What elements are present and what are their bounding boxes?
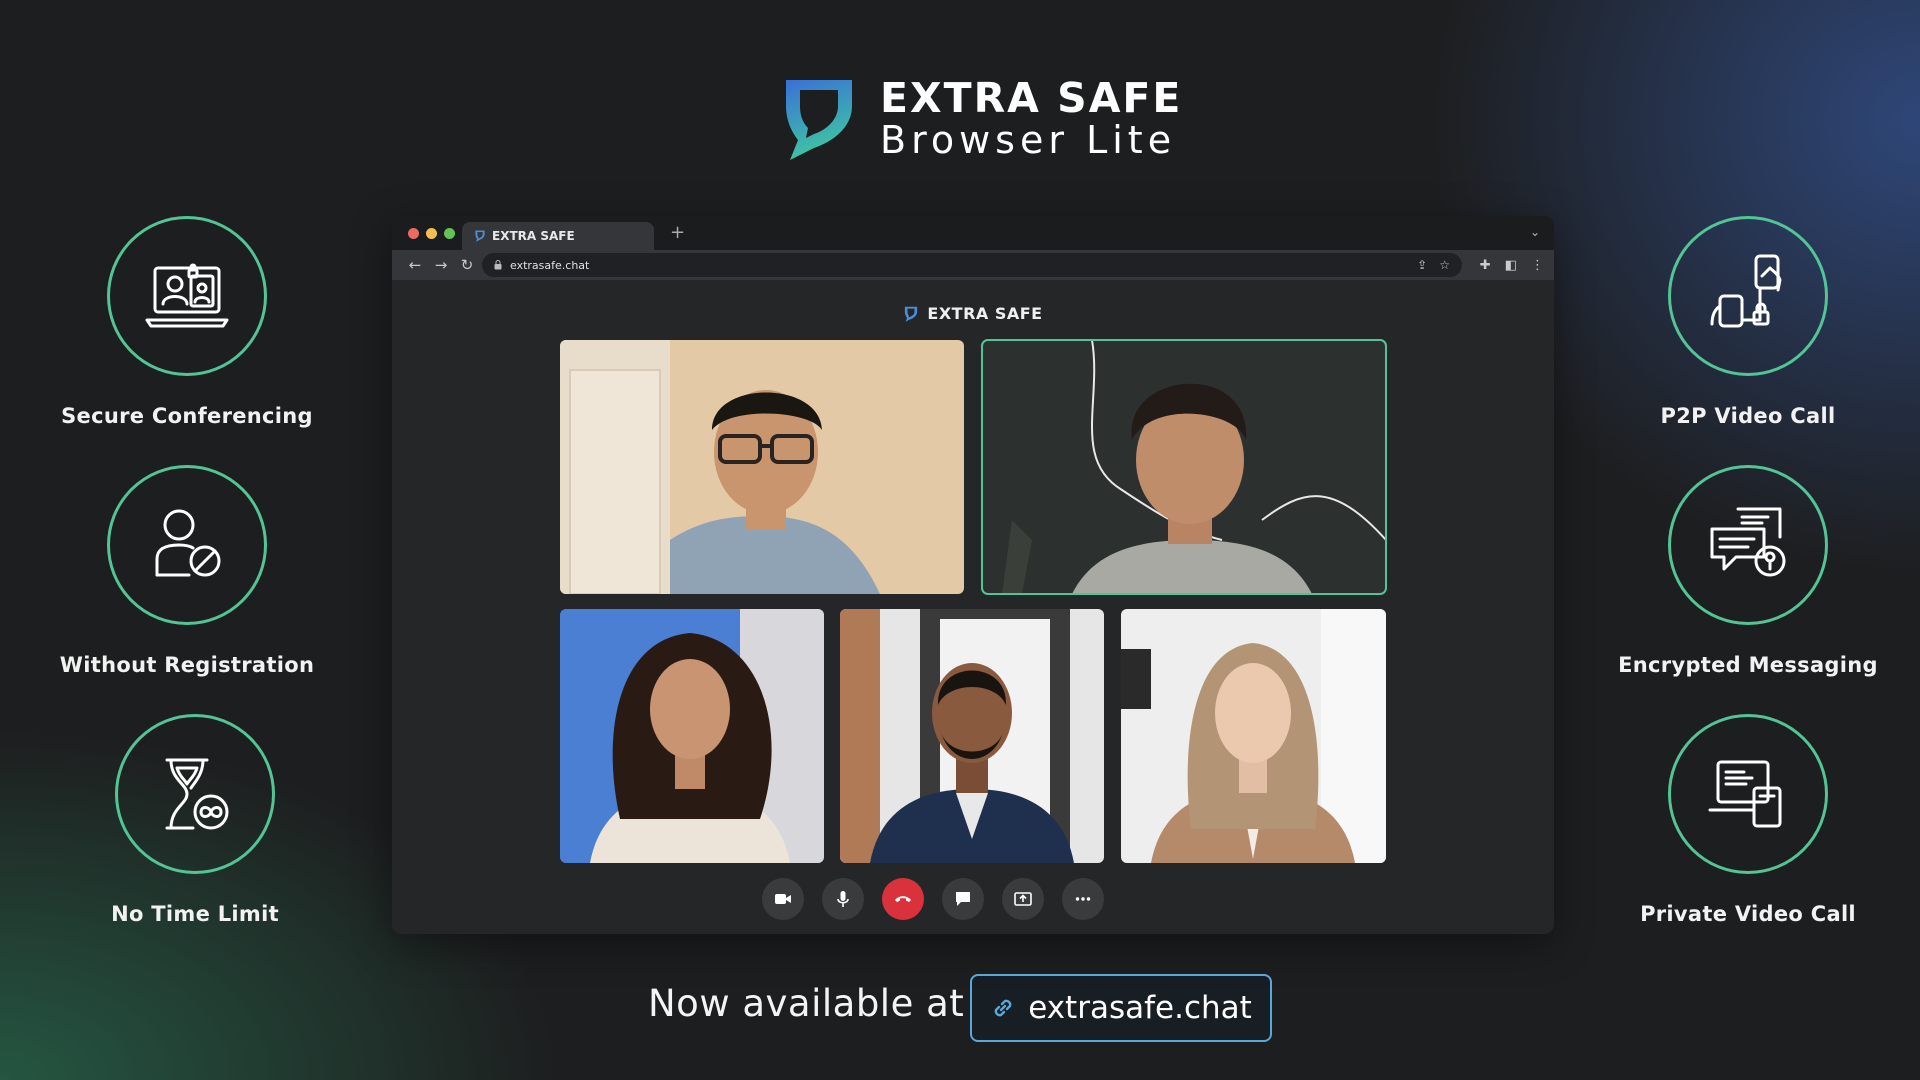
participant-video	[1121, 609, 1386, 863]
shield-logo-icon	[786, 80, 852, 160]
chat-lock-icon	[1710, 507, 1786, 577]
app-brand: EXTRA SAFE	[927, 304, 1043, 323]
cta-link-url: extrasafe.chat	[1028, 990, 1252, 1026]
more-icon	[1075, 897, 1091, 901]
tab-title: EXTRA SAFE	[492, 229, 575, 243]
feature-label: Private Video Call	[1640, 902, 1856, 926]
feature-without-registration: Without Registration	[17, 465, 357, 677]
participant-video	[982, 340, 1386, 594]
camera-button[interactable]	[762, 878, 804, 920]
screen-share-icon	[1014, 892, 1032, 906]
close-window-button[interactable]	[408, 228, 419, 239]
brand-subtitle: Browser Lite	[880, 117, 1177, 162]
phones-lock-icon	[1710, 254, 1782, 328]
forward-arrow-icon[interactable]: →	[428, 256, 454, 274]
hourglass-infinity-icon	[165, 758, 229, 830]
feature-no-time-limit: No Time Limit	[25, 714, 365, 926]
participant-video	[560, 609, 824, 863]
link-icon	[994, 999, 1012, 1017]
feature-label: Secure Conferencing	[61, 404, 313, 428]
cta-text: Now available at	[648, 982, 965, 1025]
more-options-button[interactable]	[1062, 878, 1104, 920]
bookmark-star-icon[interactable]: ☆	[1439, 258, 1450, 272]
lock-icon	[494, 260, 502, 270]
chat-button[interactable]	[942, 878, 984, 920]
feature-private-video-call: Private Video Call	[1578, 714, 1918, 926]
tab-search-chevron-icon[interactable]: ⌄	[1530, 225, 1540, 239]
window-controls	[408, 228, 455, 239]
devices-icon	[1708, 760, 1782, 828]
laptop-users-icon	[145, 263, 229, 328]
participant-video	[840, 609, 1104, 863]
video-tile-participant-4[interactable]	[840, 609, 1104, 863]
new-tab-button[interactable]: +	[670, 222, 685, 243]
feature-secure-conferencing: Secure Conferencing	[17, 216, 357, 428]
app-logo-icon	[905, 306, 918, 322]
video-tile-participant-2[interactable]	[981, 339, 1387, 595]
feature-label: No Time Limit	[111, 902, 279, 926]
cta-link-button[interactable]: extrasafe.chat	[970, 974, 1272, 1042]
chat-icon	[956, 892, 970, 906]
microphone-icon	[837, 891, 849, 907]
screen-share-button[interactable]	[1002, 878, 1044, 920]
feature-encrypted-messaging: Encrypted Messaging	[1578, 465, 1918, 677]
address-bar[interactable]: extrasafe.chat ⇪ ☆	[482, 253, 1462, 277]
video-tile-participant-1[interactable]	[560, 340, 964, 594]
tab-favicon-icon	[475, 230, 485, 242]
video-tile-participant-5[interactable]	[1121, 609, 1386, 863]
reload-icon[interactable]: ↻	[454, 256, 480, 274]
tab-extra-safe[interactable]: EXTRA SAFE	[462, 222, 654, 250]
minimize-window-button[interactable]	[426, 228, 437, 239]
feature-label: Without Registration	[59, 653, 315, 677]
hang-up-icon	[895, 896, 911, 902]
browser-toolbar: ← → ↻ extrasafe.chat ⇪ ☆ ✚ ◧ ⋮	[392, 250, 1554, 280]
call-controls	[762, 878, 1104, 920]
extensions-icon[interactable]: ✚	[1480, 258, 1491, 273]
app-header: EXTRA SAFE	[392, 304, 1554, 323]
tab-bar: EXTRA SAFE + ⌄	[392, 216, 1554, 250]
menu-kebab-icon[interactable]: ⋮	[1531, 258, 1544, 273]
back-arrow-icon[interactable]: ←	[402, 256, 428, 274]
microphone-button[interactable]	[822, 878, 864, 920]
camera-icon	[775, 894, 791, 904]
hang-up-button[interactable]	[882, 878, 924, 920]
browser-window: EXTRA SAFE + ⌄ ← → ↻ extrasafe.chat ⇪ ☆ …	[392, 216, 1554, 934]
video-tile-participant-3[interactable]	[560, 609, 824, 863]
user-blocked-icon	[155, 509, 221, 577]
feature-p2p-video-call: P2P Video Call	[1578, 216, 1918, 428]
feature-label: P2P Video Call	[1660, 404, 1836, 428]
address-url: extrasafe.chat	[510, 258, 590, 272]
share-icon[interactable]: ⇪	[1417, 258, 1427, 272]
side-panel-icon[interactable]: ◧	[1505, 258, 1517, 273]
participant-video	[560, 340, 964, 594]
feature-label: Encrypted Messaging	[1618, 653, 1878, 677]
brand-logo: EXTRA SAFE Browser Lite	[780, 76, 1182, 162]
brand-title: EXTRA SAFE	[880, 73, 1183, 122]
maximize-window-button[interactable]	[444, 228, 455, 239]
